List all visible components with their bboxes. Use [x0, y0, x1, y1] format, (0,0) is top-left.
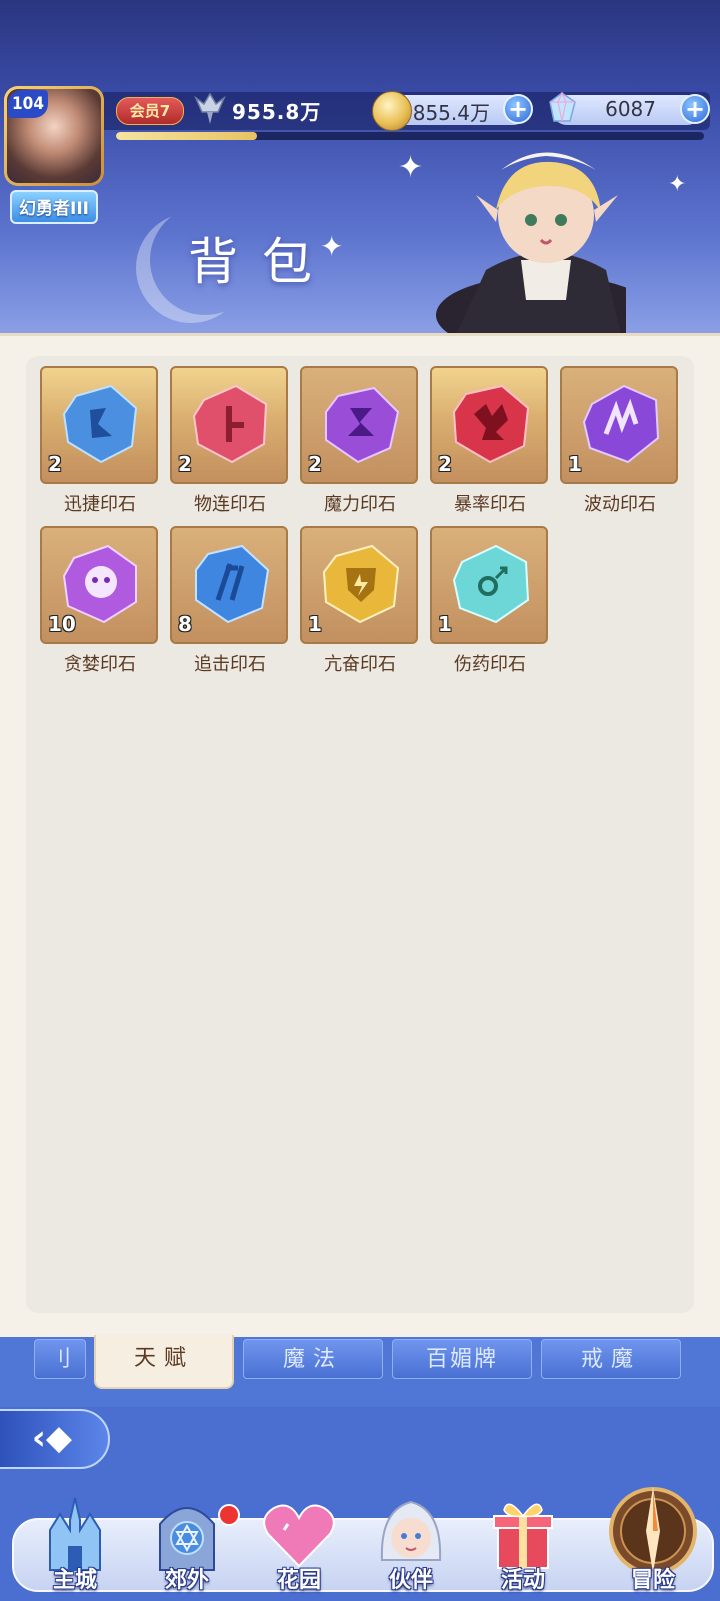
tab-partial[interactable]: 刂	[34, 1339, 86, 1379]
add-coins-button[interactable]: +	[503, 94, 533, 124]
inventory-item[interactable]: 1 亢奋印石	[300, 526, 420, 676]
rune-stone-icon	[192, 384, 268, 464]
chevron-left-icon: ‹◆	[31, 1418, 73, 1458]
item-name: 迅捷印石	[64, 494, 136, 515]
combat-power-icon	[194, 92, 226, 124]
item-name: 追击印石	[194, 654, 266, 675]
tab-magic[interactable]: 魔法	[243, 1339, 383, 1379]
nav-garden[interactable]: 花园	[244, 1490, 354, 1600]
header-banner: ✦ ✦ ✦	[0, 0, 720, 335]
coin-icon	[372, 91, 412, 131]
item-count: 1	[308, 612, 322, 636]
tab-charm-cards[interactable]: 百媚牌	[392, 1339, 532, 1379]
coin-amount: 855.4万	[412, 101, 490, 125]
inventory-item[interactable]: 1 波动印石	[560, 366, 680, 516]
vip-badge[interactable]: 会员7	[116, 97, 184, 125]
nav-label: 主城	[52, 1568, 97, 1593]
item-count: 8	[178, 612, 192, 636]
item-count: 2	[178, 452, 192, 476]
partner-portrait-icon	[380, 1500, 442, 1561]
rune-stone-icon	[322, 544, 400, 624]
gift-box-icon	[493, 1503, 553, 1569]
rune-stone-icon	[452, 384, 530, 464]
item-count: 2	[308, 452, 322, 476]
item-count: 2	[48, 452, 62, 476]
item-name: 亢奋印石	[324, 654, 396, 675]
item-slot: 2	[300, 366, 418, 484]
gem-icon	[549, 91, 576, 122]
item-name: 伤药印石	[454, 654, 526, 675]
item-name: 魔力印石	[324, 494, 396, 515]
item-name: 物连印石	[194, 494, 266, 515]
tab-demon-rings[interactable]: 戒魔	[541, 1339, 681, 1379]
item-slot: 2	[170, 366, 288, 484]
nav-adventure[interactable]: 冒险	[598, 1487, 708, 1600]
inventory-item[interactable]: 2 暴率印石	[430, 366, 550, 516]
nav-label: 活动	[500, 1568, 545, 1593]
inventory-item[interactable]: 2 迅捷印石	[40, 366, 160, 516]
item-count: 1	[568, 452, 582, 476]
add-gems-button[interactable]: +	[680, 94, 710, 124]
nav-partners[interactable]: 伙伴	[356, 1490, 466, 1600]
castle-icon	[49, 1497, 101, 1571]
heart-icon	[263, 1504, 335, 1568]
inventory-grid: 2 迅捷印石 2 物连印石 2 魔力印石 2 暴率印石 1 波动印石 10 贪婪…	[26, 356, 694, 1313]
tab-talent[interactable]: 天赋	[94, 1335, 234, 1389]
nav-label: 冒险	[630, 1568, 675, 1593]
sparkle-icon: ✦	[668, 172, 687, 197]
player-title-badge: 幻勇者III	[10, 190, 98, 224]
combat-power-value: 955.8万	[232, 100, 322, 124]
inventory-item[interactable]: 2 魔力印石	[300, 366, 420, 516]
item-name: 暴率印石	[454, 494, 526, 515]
nav-label: 郊外	[164, 1568, 209, 1593]
compass-icon	[609, 1487, 697, 1572]
item-slot: 1	[300, 526, 418, 644]
experience-bar	[116, 132, 704, 140]
item-slot: 1	[560, 366, 678, 484]
item-slot: 10	[40, 526, 158, 644]
item-slot: 2	[430, 366, 548, 484]
inventory-item[interactable]: 1 伤药印石	[430, 526, 550, 676]
experience-bar-fill	[116, 132, 258, 140]
item-slot: 1	[430, 526, 548, 644]
rune-stone-icon	[325, 386, 400, 464]
nav-label: 花园	[276, 1568, 321, 1593]
item-name: 波动印石	[584, 494, 656, 515]
rune-stone-icon	[62, 384, 138, 464]
nav-main-city[interactable]: 主城	[20, 1490, 130, 1600]
inventory-item[interactable]: 8 追击印石	[170, 526, 290, 676]
item-name: 贪婪印石	[64, 654, 136, 675]
portal-icon	[159, 1507, 215, 1571]
gem-amount: 6087	[605, 97, 656, 121]
rune-stone-icon	[582, 384, 660, 464]
page-title: 背包	[188, 233, 336, 291]
item-slot: 2	[40, 366, 158, 484]
maid-character-illustration	[436, 152, 626, 335]
rune-stone-icon	[452, 544, 530, 624]
item-count: 1	[438, 612, 452, 636]
inventory-item[interactable]: 10 贪婪印石	[40, 526, 160, 676]
item-count: 2	[438, 452, 452, 476]
item-slot: 8	[170, 526, 288, 644]
nav-events[interactable]: 活动	[468, 1490, 578, 1600]
notification-badge	[218, 1504, 240, 1526]
inventory-item[interactable]: 2 物连印石	[170, 366, 290, 516]
rune-stone-icon	[195, 544, 270, 624]
player-level-badge: 104	[8, 90, 48, 118]
side-menu-toggle[interactable]: ‹◆	[0, 1409, 110, 1469]
item-count: 10	[48, 612, 76, 636]
nav-label: 伙伴	[388, 1568, 433, 1593]
